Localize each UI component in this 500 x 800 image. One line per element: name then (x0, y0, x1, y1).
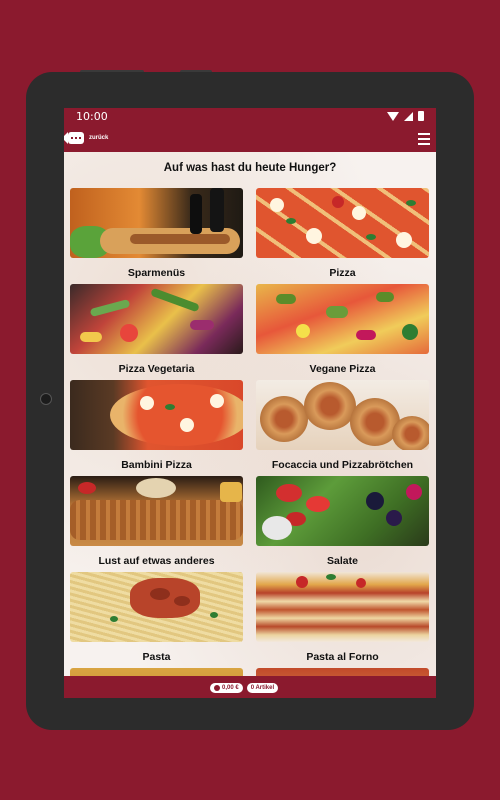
cart-icon (214, 685, 220, 691)
cart-items: 0 Artikel (250, 685, 275, 691)
page-headline: Auf was hast du heute Hunger? (163, 162, 337, 174)
category-image (70, 380, 243, 450)
category-label: Pasta (142, 651, 171, 663)
category-image (70, 476, 243, 546)
signal-icon (404, 111, 413, 121)
cart-items-pill[interactable]: 0 Artikel (246, 683, 279, 693)
cart-summary[interactable]: 0,00 € 0 Artikel (210, 683, 279, 693)
category-label: Lust auf etwas anderes (98, 555, 215, 567)
wifi-icon (387, 111, 399, 121)
cart-total-pill[interactable]: 0,00 € (210, 683, 243, 693)
status-time: 10:00 (76, 110, 108, 123)
category-tile-vegane-pizza[interactable]: Vegane Pizza (256, 284, 429, 375)
category-content: Auf was hast du heute Hunger? Sparmenüs (64, 152, 436, 698)
battery-icon (418, 111, 424, 121)
category-tile-bambini-pizza[interactable]: Bambini Pizza (70, 380, 243, 471)
category-tile-salate[interactable]: Salate (256, 476, 429, 567)
app-screen: 10:00 zurück Auf was hast du heute Hunge… (64, 108, 436, 698)
category-image (70, 284, 243, 354)
app-bar: zurück (64, 126, 436, 152)
back-label: zurück (89, 135, 109, 141)
category-image (70, 188, 243, 258)
category-image (256, 572, 429, 642)
category-tile-lust-auf-etwas-anderes[interactable]: Lust auf etwas anderes (70, 476, 243, 567)
category-image (70, 572, 243, 642)
status-bar: 10:00 (64, 108, 436, 126)
category-image (256, 476, 429, 546)
category-label: Focaccia und Pizzabrötchen (271, 459, 414, 471)
category-tile-sparmenues[interactable]: Sparmenüs (70, 188, 243, 279)
cart-bar: 0,00 € 0 Artikel (64, 676, 436, 698)
category-tile-pasta-al-forno[interactable]: Pasta al Forno (256, 572, 429, 663)
category-image (256, 380, 429, 450)
category-label: Sparmenüs (127, 267, 186, 279)
cart-total: 0,00 € (222, 685, 239, 691)
category-tile-focaccia[interactable]: Focaccia und Pizzabrötchen (256, 380, 429, 471)
category-label: Pizza Vegetaria (118, 363, 195, 375)
category-tile-pizza[interactable]: Pizza (256, 188, 429, 279)
status-icons (387, 111, 424, 121)
back-button[interactable]: zurück (64, 132, 109, 144)
category-label: Bambini Pizza (121, 459, 192, 471)
category-label: Vegane Pizza (309, 363, 376, 375)
category-image (256, 284, 429, 354)
category-label: Salate (327, 555, 358, 567)
category-label: Pizza (329, 267, 356, 279)
camera-icon (40, 393, 52, 405)
category-tile-pizza-vegetaria[interactable]: Pizza Vegetaria (70, 284, 243, 375)
back-arrow-icon (64, 132, 84, 144)
category-label: Pasta al Forno (306, 651, 379, 663)
category-image (256, 188, 429, 258)
hamburger-menu-icon[interactable] (418, 133, 430, 145)
category-tile-pasta[interactable]: Pasta (70, 572, 243, 663)
